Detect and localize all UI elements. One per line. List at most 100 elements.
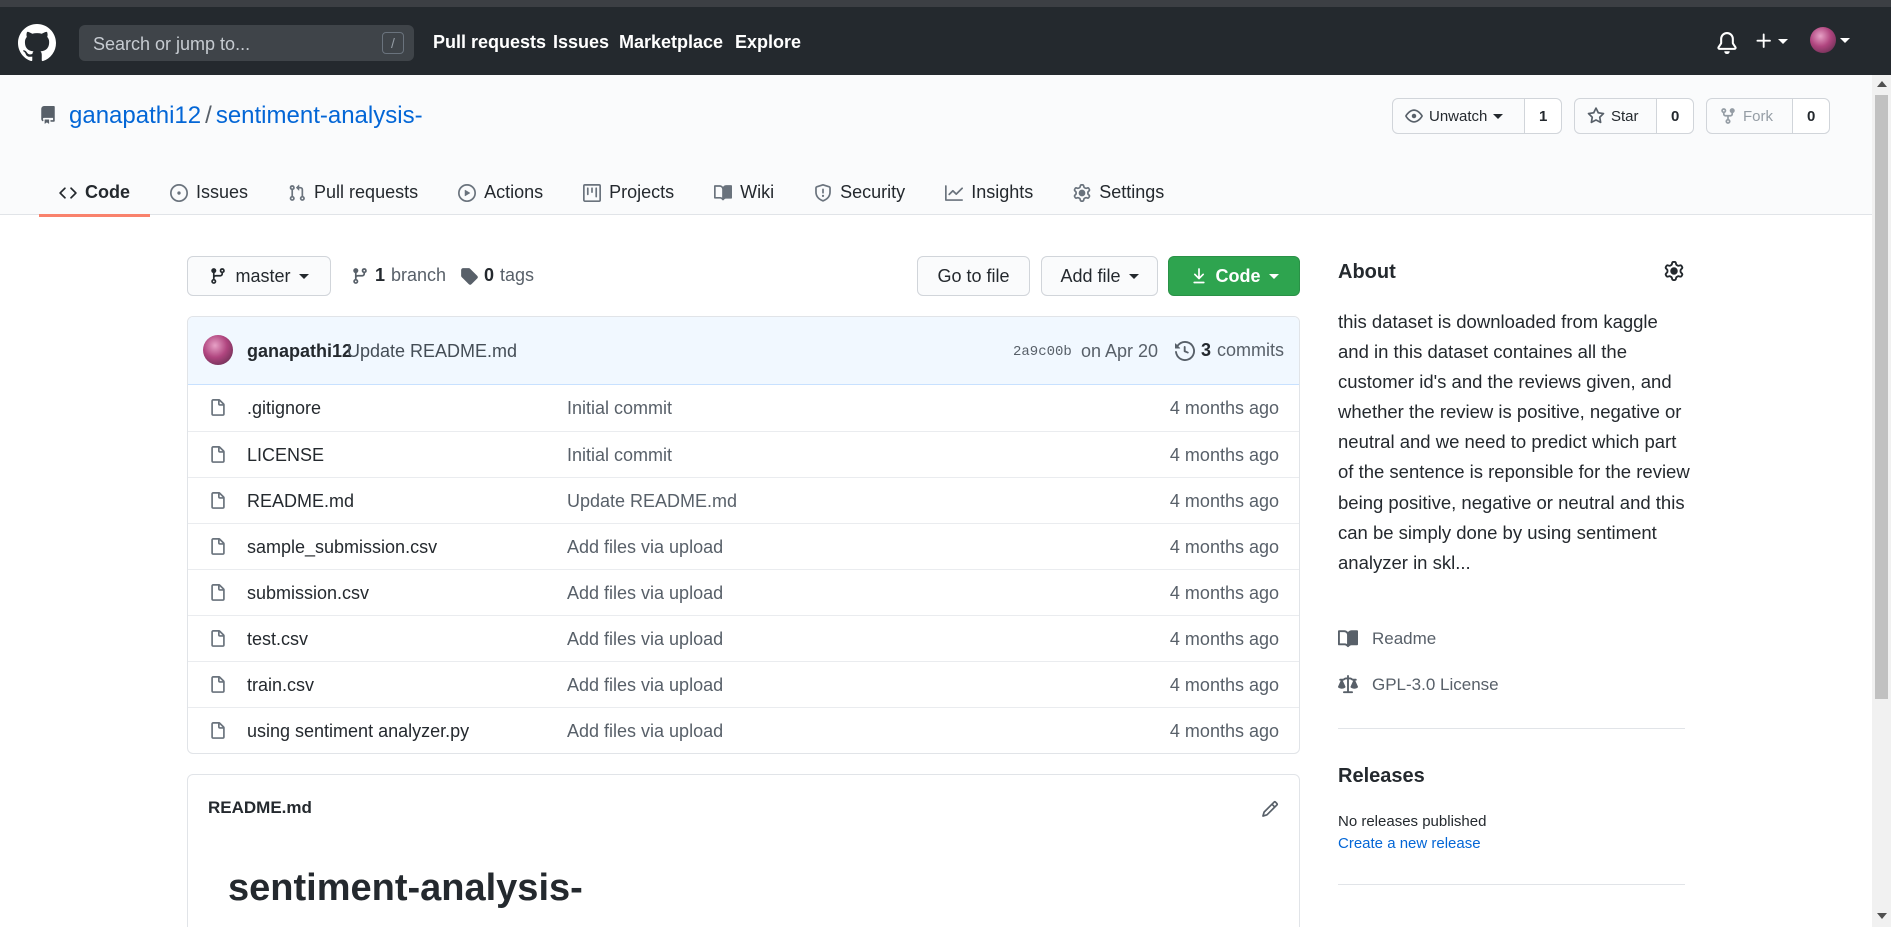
file-name-link[interactable]: README.md	[247, 491, 354, 512]
tab-label: Projects	[609, 182, 675, 202]
create-release-link[interactable]: Create a new release	[1338, 835, 1481, 852]
pencil-icon[interactable]	[1261, 800, 1279, 818]
file-age: 4 months ago	[1169, 445, 1279, 465]
file-age: 4 months ago	[1169, 491, 1279, 511]
readme-box: README.md sentiment-analysis-	[187, 774, 1300, 927]
commit-count: 3	[1201, 340, 1212, 360]
file-commit-message[interactable]: Add files via upload	[567, 721, 723, 742]
gear-icon	[1073, 183, 1091, 202]
notifications-bell-icon[interactable]	[1716, 32, 1738, 54]
branch-icon	[353, 267, 367, 284]
file-commit-message[interactable]: Initial commit	[567, 445, 672, 466]
star-button-group: Star 0	[1574, 98, 1694, 134]
file-commit-message[interactable]: Add files via upload	[567, 629, 723, 650]
nav-marketplace[interactable]: Marketplace	[619, 32, 723, 53]
tab-insights[interactable]: Insights	[925, 172, 1053, 213]
chevron-down-icon	[1840, 37, 1850, 43]
pull-request-icon	[289, 184, 305, 201]
table-row: test.csv Add files via upload 4 months ago	[188, 615, 1299, 661]
repo-title: ganapathi12/sentiment-analysis-	[69, 102, 423, 130]
repo-header: ganapathi12/sentiment-analysis- Unwatch …	[0, 75, 1872, 217]
file-age: 4 months ago	[1169, 583, 1279, 603]
table-row: .gitignore Initial commit 4 months ago	[188, 385, 1299, 431]
tab-label: Pull requests	[314, 182, 419, 202]
file-commit-message[interactable]: Initial commit	[567, 398, 672, 419]
file-age: 4 months ago	[1169, 629, 1279, 649]
commit-author[interactable]: ganapathi12	[247, 341, 352, 362]
commit-sha[interactable]: 2a9c00b	[1013, 344, 1072, 360]
tab-issues[interactable]: Issues	[150, 172, 268, 213]
gear-icon[interactable]	[1664, 261, 1684, 281]
table-row: using sentiment analyzer.py Add files via…	[188, 707, 1299, 753]
tab-code[interactable]: Code	[39, 172, 150, 217]
license-link[interactable]: GPL-3.0 License	[1338, 675, 1499, 695]
sidebar-divider	[1338, 884, 1685, 885]
tab-settings[interactable]: Settings	[1053, 172, 1184, 213]
star-label: Star	[1611, 107, 1639, 125]
releases-heading: Releases	[1338, 765, 1425, 787]
nav-issues[interactable]: Issues	[553, 32, 609, 53]
tab-security[interactable]: Security	[794, 172, 925, 213]
file-age: 4 months ago	[1169, 398, 1279, 418]
file-list: ganapathi12 Update README.md 2a9c00b on …	[187, 316, 1300, 754]
search-input[interactable]: Search or jump to... /	[79, 25, 414, 61]
go-to-file-button[interactable]: Go to file	[917, 256, 1030, 296]
about-description: this dataset is downloaded from kaggle a…	[1338, 311, 1690, 573]
github-logo-icon[interactable]	[18, 24, 56, 62]
file-name-link[interactable]: submission.csv	[247, 583, 369, 604]
tab-projects[interactable]: Projects	[563, 172, 694, 213]
star-button[interactable]: Star	[1575, 99, 1658, 133]
tab-wiki[interactable]: Wiki	[694, 172, 794, 213]
unwatch-button[interactable]: Unwatch	[1393, 99, 1526, 133]
branches-link[interactable]: 1 branch	[351, 265, 446, 286]
commit-message[interactable]: Update README.md	[347, 341, 517, 362]
star-count[interactable]: 0	[1657, 99, 1693, 133]
commit-date: on Apr 20	[1081, 341, 1159, 361]
fork-label: Fork	[1743, 107, 1773, 125]
commit-count-word: commits	[1217, 340, 1285, 360]
readme-link-label: Readme	[1372, 629, 1437, 648]
user-menu[interactable]	[1810, 27, 1850, 53]
file-name-link[interactable]: LICENSE	[247, 445, 324, 466]
file-name-link[interactable]: sample_submission.csv	[247, 537, 437, 558]
file-name-link[interactable]: using sentiment analyzer.py	[247, 721, 469, 742]
branch-select-button[interactable]: master	[187, 256, 331, 296]
avatar[interactable]	[203, 335, 233, 365]
commits-link[interactable]: 3 commits	[1175, 340, 1284, 361]
repo-owner-link[interactable]: ganapathi12	[69, 102, 201, 129]
page-scrollbar[interactable]	[1872, 75, 1891, 927]
unwatch-label: Unwatch	[1429, 107, 1488, 125]
tags-link[interactable]: 0 tags	[460, 265, 534, 286]
add-file-button[interactable]: Add file	[1041, 256, 1158, 296]
nav-pull-requests[interactable]: Pull requests	[433, 32, 546, 53]
tab-pull-requests[interactable]: Pull requests	[268, 172, 438, 213]
file-age: 4 months ago	[1169, 721, 1279, 741]
readme-link[interactable]: Readme	[1338, 629, 1436, 649]
avatar	[1810, 27, 1836, 53]
scrollbar-thumb[interactable]	[1875, 95, 1888, 699]
project-icon	[583, 183, 602, 202]
file-icon	[209, 445, 227, 465]
code-button[interactable]: Code	[1168, 256, 1300, 296]
file-name-link[interactable]: test.csv	[247, 629, 308, 650]
file-commit-message[interactable]: Add files via upload	[567, 537, 723, 558]
fork-button-group: Fork 0	[1706, 98, 1830, 134]
file-commit-message[interactable]: Update README.md	[567, 491, 737, 512]
create-new-menu[interactable]	[1754, 31, 1788, 51]
repo-name-link[interactable]: sentiment-analysis-	[216, 102, 423, 129]
star-icon	[1587, 107, 1605, 124]
about-heading: About	[1338, 261, 1396, 283]
chevron-down-icon	[1268, 273, 1279, 279]
tab-actions[interactable]: Actions	[438, 172, 563, 213]
scroll-down-arrow-icon[interactable]	[1877, 913, 1887, 919]
fork-count[interactable]: 0	[1793, 99, 1829, 133]
file-name-link[interactable]: .gitignore	[247, 398, 321, 419]
file-name-link[interactable]: train.csv	[247, 675, 314, 696]
table-row: README.md Update README.md 4 months ago	[188, 477, 1299, 523]
scroll-up-arrow-icon[interactable]	[1877, 81, 1887, 87]
fork-button[interactable]: Fork	[1707, 99, 1794, 133]
file-commit-message[interactable]: Add files via upload	[567, 675, 723, 696]
file-commit-message[interactable]: Add files via upload	[567, 583, 723, 604]
watch-count[interactable]: 1	[1525, 99, 1561, 133]
nav-explore[interactable]: Explore	[735, 32, 801, 53]
